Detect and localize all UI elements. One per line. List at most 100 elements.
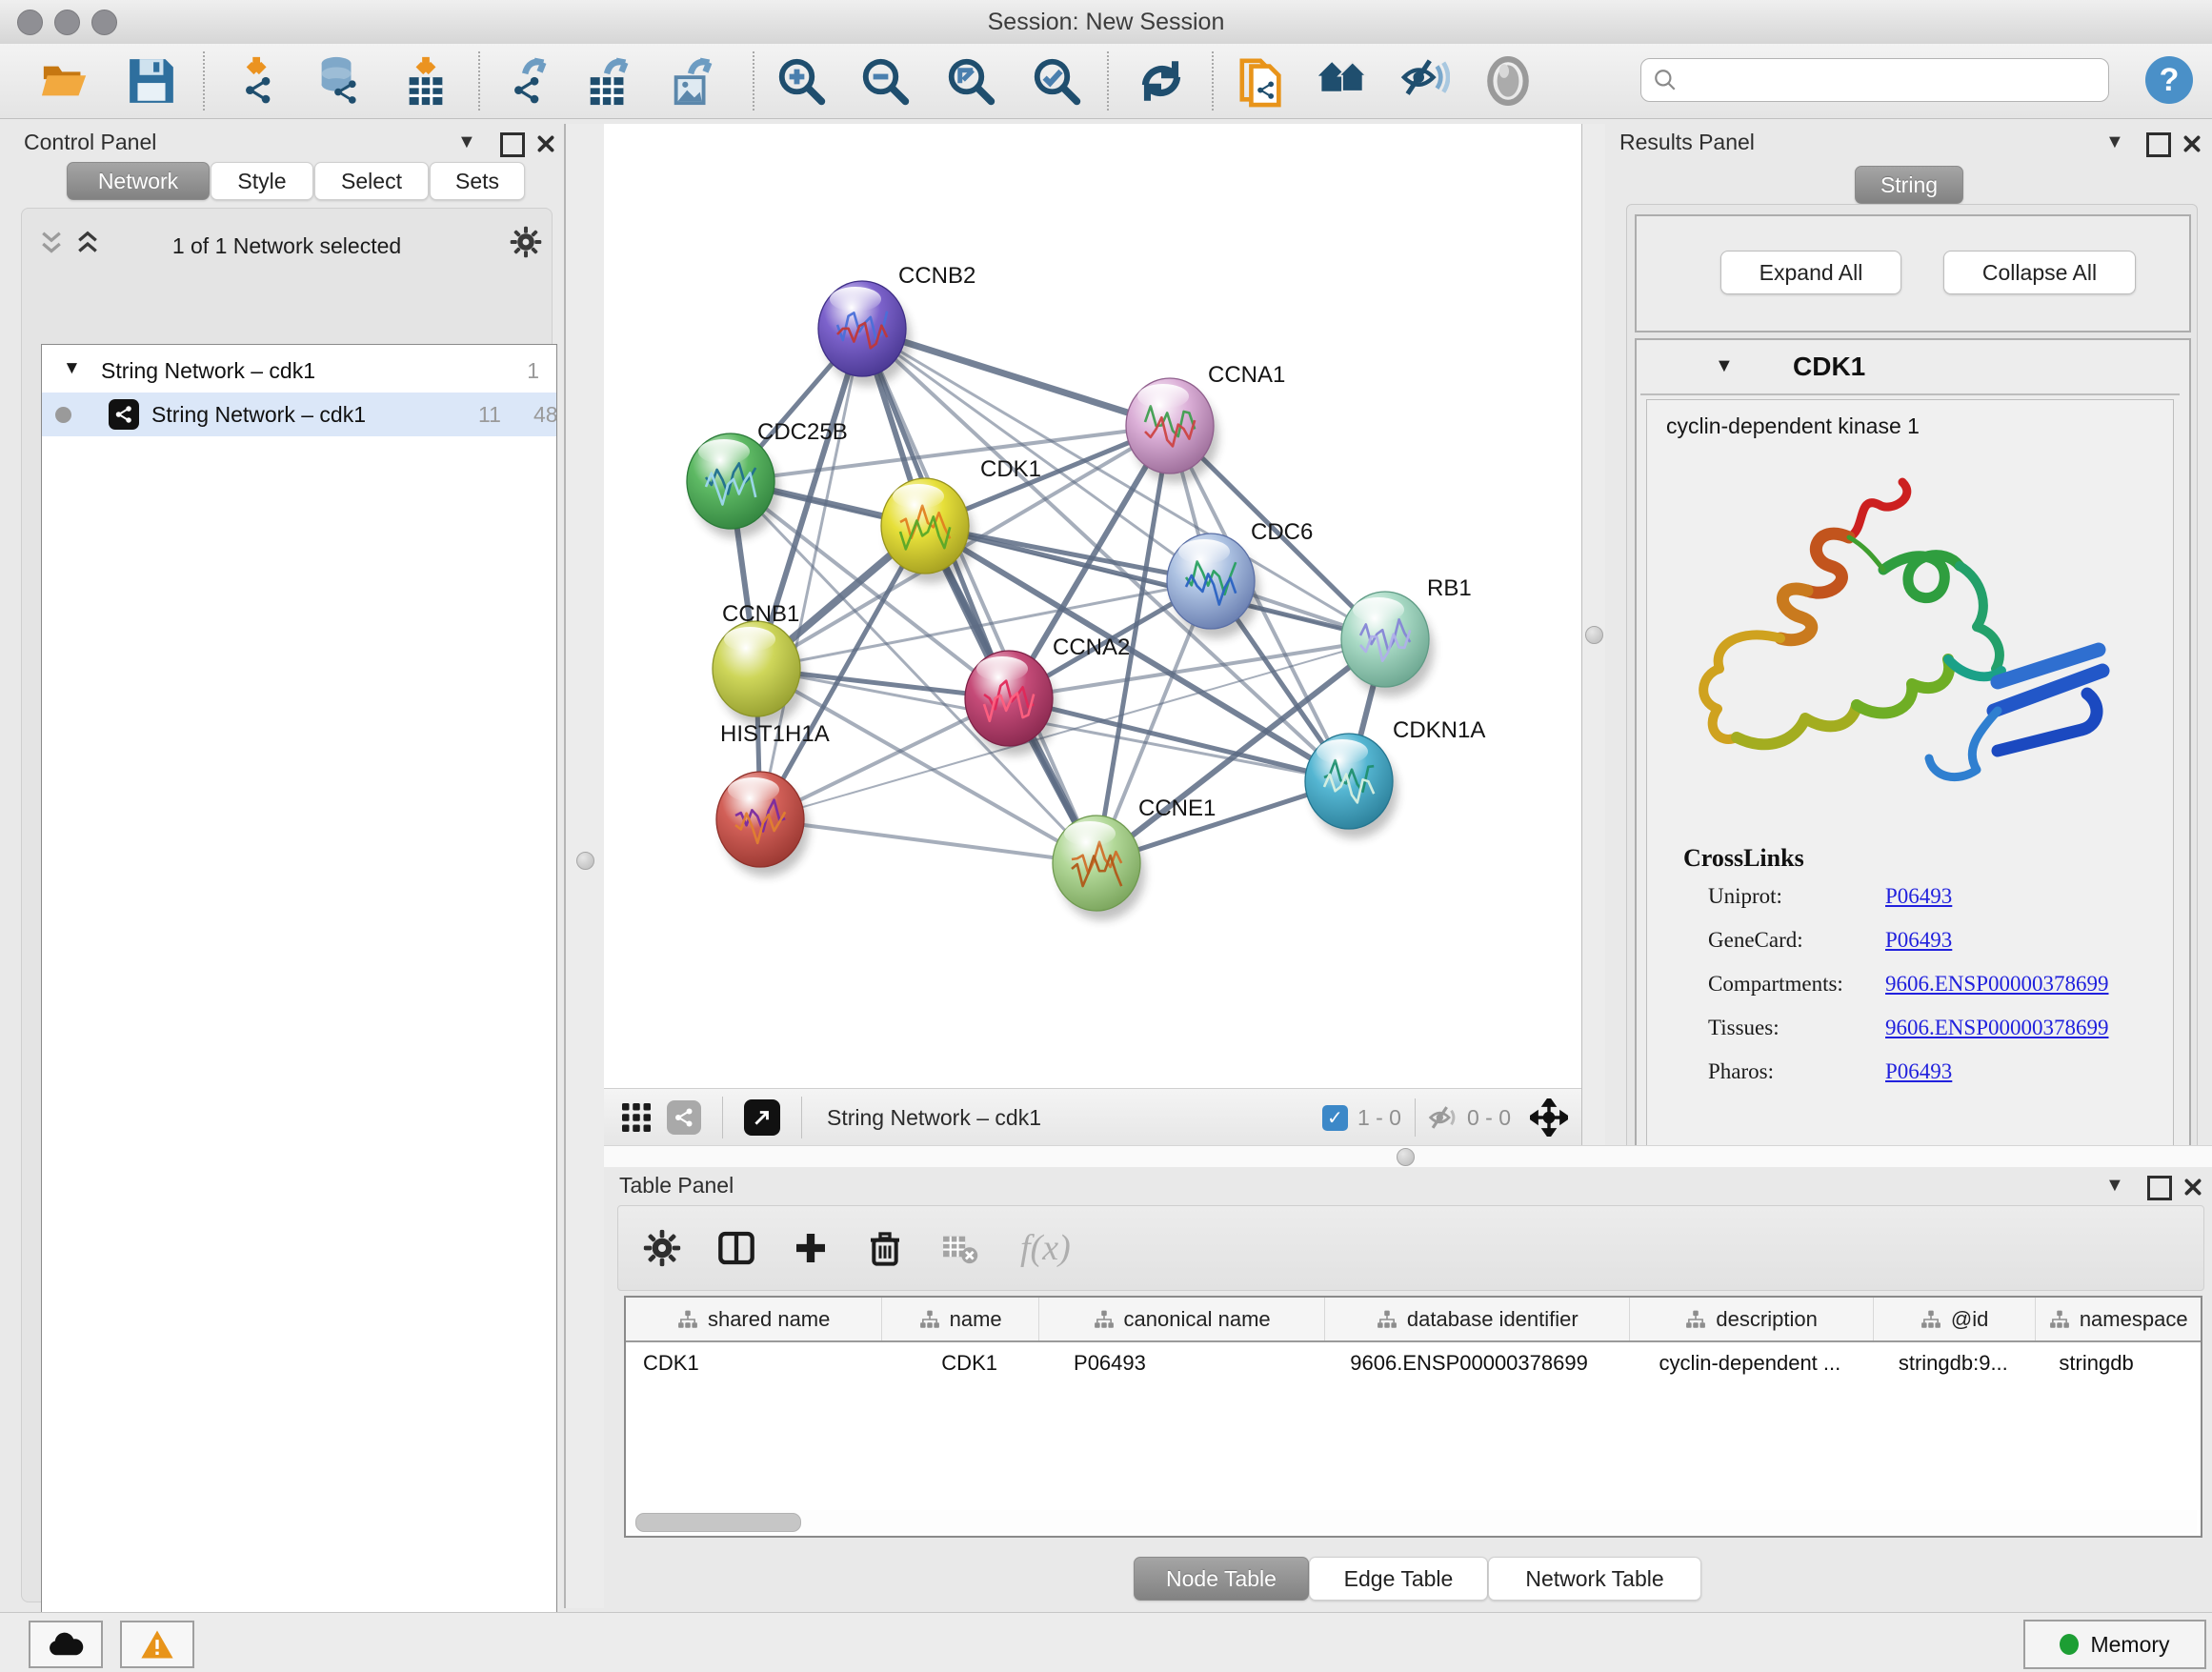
section-expander-icon[interactable]: ▼ [1715, 355, 1734, 377]
delete-column-icon[interactable] [866, 1229, 904, 1267]
expand-all-button[interactable]: Expand All [1720, 251, 1901, 294]
import-network-button[interactable] [234, 55, 286, 107]
apply-layout-button[interactable] [1136, 55, 1187, 107]
birdseye-view-button[interactable] [1482, 55, 1534, 107]
close-panel-icon[interactable] [2182, 133, 2202, 154]
collapse-panel-icon[interactable]: ▼ [457, 131, 476, 153]
tab-network[interactable]: Network [67, 162, 210, 200]
crosslink-genecard[interactable]: P06493 [1885, 928, 1952, 972]
column-header[interactable]: description [1630, 1298, 1873, 1340]
splitter-handle[interactable] [1397, 1148, 1415, 1166]
collapse-all-button[interactable]: Collapse All [1943, 251, 2136, 294]
cloud-button[interactable] [29, 1621, 103, 1668]
network-node-RB1[interactable]: RB1 [1341, 575, 1472, 696]
table-row[interactable]: CDK1 CDK1 P06493 9606.ENSP00000378699 cy… [626, 1342, 2201, 1384]
delete-table-icon[interactable] [940, 1229, 978, 1267]
column-header[interactable]: shared name [626, 1298, 882, 1340]
tab-node-table[interactable]: Node Table [1134, 1557, 1309, 1601]
crosslink-tissues[interactable]: 9606.ENSP00000378699 [1885, 1016, 2109, 1059]
tab-sets[interactable]: Sets [430, 162, 525, 200]
column-header[interactable]: @id [1874, 1298, 2037, 1340]
show-columns-icon[interactable] [717, 1229, 755, 1267]
selected-checkbox[interactable]: ✓ [1322, 1105, 1348, 1131]
scrollbar-thumb[interactable] [635, 1513, 801, 1532]
float-panel-icon[interactable] [500, 132, 525, 157]
function-builder-icon[interactable]: f(x) [1020, 1227, 1071, 1269]
hidden-count: 0 - 0 [1467, 1105, 1511, 1131]
import-database-button[interactable] [312, 55, 364, 107]
table-settings-gear-icon[interactable] [643, 1229, 681, 1267]
export-table-button[interactable] [583, 55, 634, 107]
table-splitter[interactable] [604, 1145, 2212, 1169]
tab-select[interactable]: Select [314, 162, 429, 200]
close-panel-icon[interactable] [2182, 1177, 2203, 1198]
home-networks-button[interactable] [1317, 55, 1368, 107]
network-node-CDC6[interactable]: CDC6 [1167, 519, 1313, 638]
table-horizontal-scrollbar[interactable] [630, 1510, 2197, 1533]
memory-button[interactable]: Memory [2023, 1620, 2206, 1669]
network-edge[interactable] [862, 329, 1096, 863]
column-tree-icon [919, 1309, 940, 1330]
zoom-fit-button[interactable] [945, 55, 996, 107]
pan-tool-icon[interactable] [1530, 1098, 1568, 1137]
tab-edge-table[interactable]: Edge Table [1309, 1557, 1488, 1601]
analyze-network-button[interactable] [1237, 55, 1288, 107]
network-node-HIST1H1A[interactable]: HIST1H1A [716, 721, 830, 876]
crosslink-uniprot[interactable]: P06493 [1885, 884, 1952, 928]
column-tree-icon [677, 1309, 698, 1330]
zoom-selected-button[interactable] [1031, 55, 1082, 107]
cytoscape-window: { "window": {"title": "Session: New Sess… [0, 0, 2212, 1671]
protein-section-header[interactable]: ▼ CDK1 [1640, 344, 2180, 395]
column-header[interactable]: name [882, 1298, 1039, 1340]
collapse-panel-icon[interactable]: ▼ [2105, 1175, 2124, 1197]
network-edge[interactable] [760, 819, 1096, 863]
detach-view-button[interactable] [744, 1099, 780, 1136]
network-view-icon[interactable] [667, 1100, 701, 1135]
network-node-CCNA1[interactable]: CCNA1 [1126, 362, 1285, 483]
protein-name: CDK1 [1793, 352, 1865, 382]
network-node-CCNB1[interactable]: CCNB1 [713, 601, 805, 726]
float-panel-icon[interactable] [2146, 132, 2171, 157]
left-splitter[interactable] [564, 124, 607, 1608]
splitter-handle[interactable] [576, 852, 594, 870]
help-button[interactable]: ? [2145, 56, 2193, 104]
gear-icon[interactable] [510, 226, 542, 258]
search-input[interactable] [1678, 67, 2091, 93]
crosslink-row: Uniprot: P06493 [1708, 884, 2156, 928]
expander-icon[interactable]: ▼ [63, 358, 81, 379]
crosslink-compartments[interactable]: 9606.ENSP00000378699 [1885, 972, 2109, 1016]
crosslink-row: GeneCard: P06493 [1708, 928, 2156, 972]
column-header[interactable]: namespace [2036, 1298, 2201, 1340]
float-panel-icon[interactable] [2147, 1176, 2172, 1200]
add-column-icon[interactable] [792, 1229, 830, 1267]
network-node-CDK1[interactable]: CDK1 [881, 456, 1041, 583]
network-row-selected[interactable]: String Network – cdk1 11 48 [42, 393, 556, 436]
crosslink-pharos[interactable]: P06493 [1885, 1059, 1952, 1103]
tab-string[interactable]: String [1855, 166, 1963, 204]
network-node-CCNB2[interactable]: CCNB2 [818, 263, 975, 386]
grid-view-icon[interactable] [619, 1100, 654, 1135]
import-table-button[interactable] [400, 55, 452, 107]
warnings-button[interactable] [120, 1621, 194, 1668]
toggle-graphics-details-button[interactable] [1398, 55, 1450, 107]
collapse-panel-icon[interactable]: ▼ [2105, 131, 2124, 153]
save-session-button[interactable] [126, 55, 177, 107]
tab-network-table[interactable]: Network Table [1488, 1557, 1701, 1601]
zoom-in-button[interactable] [775, 55, 827, 107]
network-node-CDKN1A[interactable]: CDKN1A [1305, 717, 1485, 838]
zoom-out-button[interactable] [859, 55, 911, 107]
close-panel-icon[interactable] [535, 133, 556, 154]
protein-results-scroll[interactable]: ▼ CDK1 cyclin-dependent kinase 1 [1635, 338, 2191, 1178]
export-image-button[interactable] [667, 55, 718, 107]
network-canvas[interactable]: CCNB2CCNA1CDC25BCDK1CDC6RB1CCNB1CCNA2CDK… [604, 124, 1581, 1088]
open-session-button[interactable] [40, 55, 91, 107]
node-count: 11 [478, 402, 501, 428]
network-collection-row[interactable]: ▼ String Network – cdk1 1 [42, 351, 556, 393]
tab-style[interactable]: Style [211, 162, 313, 200]
column-header[interactable]: canonical name [1039, 1298, 1325, 1340]
network-node-CCNE1[interactable]: CCNE1 [1053, 796, 1216, 920]
column-header[interactable]: database identifier [1325, 1298, 1630, 1340]
export-network-button[interactable] [503, 55, 554, 107]
right-splitter[interactable] [1581, 124, 1606, 1158]
splitter-handle[interactable] [1585, 626, 1603, 644]
